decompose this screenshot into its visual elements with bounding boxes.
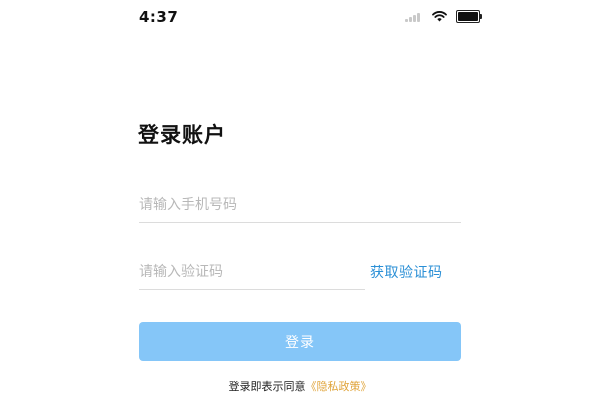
phone-input-underline xyxy=(139,222,461,223)
signal-icon xyxy=(405,12,421,22)
battery-icon xyxy=(456,10,482,23)
status-icons xyxy=(405,10,482,23)
phone-input[interactable] xyxy=(139,194,459,216)
login-button[interactable]: 登录 xyxy=(139,322,461,361)
code-input-underline xyxy=(139,289,365,290)
agreement-prefix: 登录即表示同意 xyxy=(228,380,306,393)
privacy-policy-link[interactable]: 《隐私政策》 xyxy=(306,380,372,393)
login-screen: 4:37 登录账户 获取验证码 登录 登录即表示同意《隐私政策》 xyxy=(0,0,600,400)
login-button-label: 登录 xyxy=(285,334,315,351)
get-code-button[interactable]: 获取验证码 xyxy=(370,262,443,282)
wifi-icon xyxy=(432,11,447,22)
page-title: 登录账户 xyxy=(138,123,226,147)
verification-code-input[interactable] xyxy=(139,261,359,283)
status-time: 4:37 xyxy=(139,8,179,26)
agreement-text: 登录即表示同意《隐私政策》 xyxy=(0,378,600,394)
